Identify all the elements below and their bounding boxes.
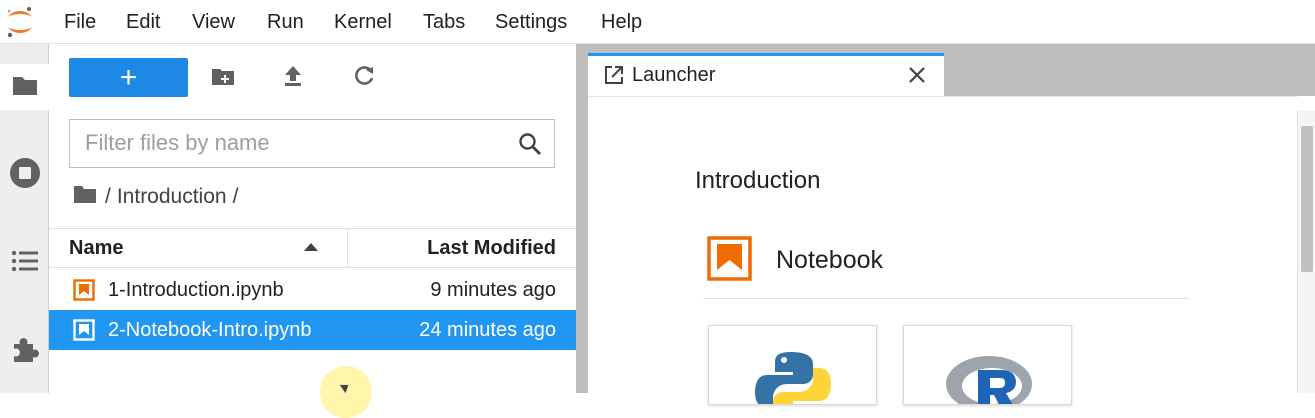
cursor-highlight [320,366,372,418]
file-modified: 24 minutes ago [419,319,556,341]
puzzle-icon [10,334,40,369]
file-name: 2-Notebook-Intro.ipynb [108,319,312,341]
close-icon[interactable] [906,64,928,86]
home-folder-icon[interactable] [73,184,97,210]
column-last-modified[interactable]: Last Modified [427,237,556,260]
mouse-pointer-icon [339,380,352,394]
launcher-scrollbar[interactable] [1297,110,1315,393]
breadcrumb-trail: / [232,185,239,208]
extensions-tab[interactable] [0,328,49,374]
column-name[interactable]: Name [69,237,123,260]
new-folder-icon [211,66,235,91]
file-name: 1-Introduction.ipynb [108,279,284,301]
file-modified: 9 minutes ago [430,279,556,301]
table-of-contents-tab[interactable] [0,240,49,286]
file-row-selected[interactable]: 2-Notebook-Intro.ipynb 24 minutes ago [49,310,576,350]
tab-label: Launcher [632,64,716,86]
notebook-section-label: Notebook [776,246,884,274]
menu-bar: File Edit View Run Kernel Tabs Settings … [0,0,1315,44]
section-title: Introduction [695,167,821,194]
activity-bar [0,44,49,393]
notebook-section-header: Notebook [703,236,1189,299]
new-folder-button[interactable] [209,64,237,92]
menu-kernel[interactable]: Kernel [334,11,392,34]
python-kernel-card[interactable] [708,325,877,405]
menu-file[interactable]: File [64,11,96,34]
sort-ascending-icon [304,243,318,251]
jupyter-logo-icon [5,5,35,39]
panel-splitter[interactable] [576,44,588,393]
launcher-panel: Introduction Notebook [588,96,1315,405]
file-browser-panel: + / Introduction / Name Last Modified [49,44,576,418]
menu-help[interactable]: Help [601,11,642,34]
breadcrumb-root[interactable]: / [105,185,111,209]
menu-edit[interactable]: Edit [126,11,160,34]
r-logo-icon [944,350,1034,404]
launch-icon [604,65,624,90]
file-row[interactable]: 1-Introduction.ipynb 9 minutes ago [49,270,576,310]
breadcrumb-folder[interactable]: Introduction [117,185,227,209]
refresh-icon [353,65,375,92]
folder-icon [11,73,39,102]
menu-view[interactable]: View [192,11,235,34]
search-icon [518,132,542,161]
tab-launcher[interactable]: Launcher [588,53,944,96]
column-divider[interactable] [347,229,348,267]
menu-settings[interactable]: Settings [495,11,567,34]
new-launcher-button[interactable]: + [69,58,188,97]
upload-icon [283,65,303,92]
breadcrumb: / Introduction / [73,183,238,211]
file-browser-tab[interactable] [0,64,49,110]
scrollbar-thumb[interactable] [1301,126,1313,272]
running-sessions-tab[interactable] [0,152,49,198]
notebook-file-icon [73,279,95,307]
menu-run[interactable]: Run [267,11,304,34]
stop-circle-icon [9,157,41,194]
r-kernel-card[interactable] [903,325,1072,405]
upload-button[interactable] [279,64,307,92]
main-tab-bar: Launcher [588,44,1315,96]
notebook-icon [707,236,752,286]
list-icon [11,250,39,277]
python-logo-icon [753,350,833,404]
refresh-button[interactable] [350,64,378,92]
menu-tabs[interactable]: Tabs [423,11,465,34]
file-list-header: Name Last Modified [49,228,576,268]
filter-files-field[interactable] [69,119,555,168]
launcher-content: Introduction Notebook [588,96,1297,405]
notebook-file-icon [73,319,95,347]
filter-files-input[interactable] [85,120,505,165]
plus-label: + [119,60,138,94]
